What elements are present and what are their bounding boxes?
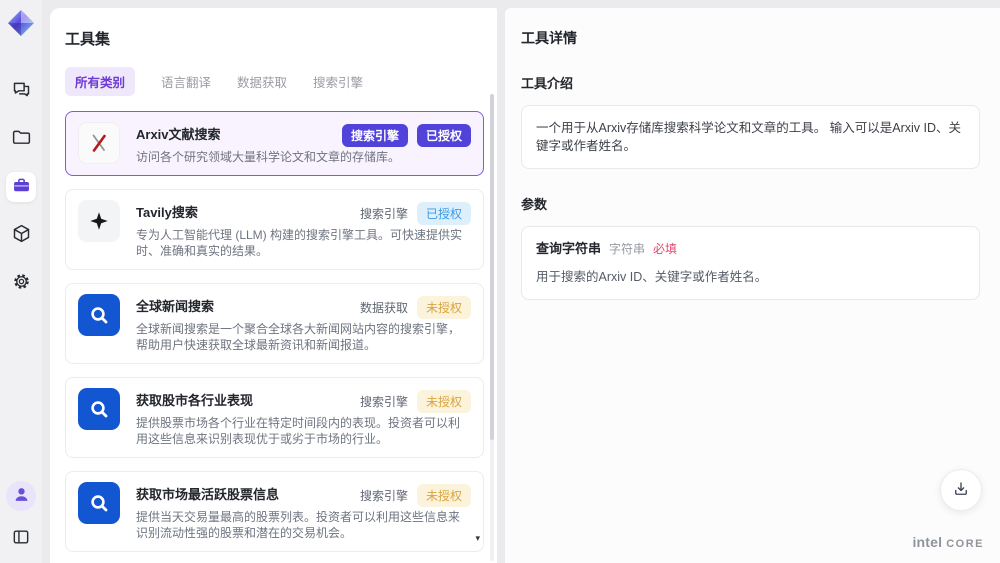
tool-card[interactable]: 获取股市各行业表现 提供股票市场各个行业在特定时间段内的表现。投资者可以利用这些信… — [65, 377, 484, 458]
nav-bottom-panel-toggle-icon[interactable] — [6, 523, 36, 553]
param-box: 查询字符串 字符串 必填用于搜索的Arxiv ID、关键字或作者姓名。 — [521, 226, 980, 300]
parameter-item: 查询字符串 字符串 必填用于搜索的Arxiv ID、关键字或作者姓名。 — [536, 240, 965, 286]
category-badge: 搜索引擎 — [341, 124, 408, 147]
tools-list-panel: 工具集 所有类别 语言翻译 数据获取 搜索引擎 Arxiv文献搜索 访问各个研究领域大量… — [50, 8, 497, 563]
blue-search-icon — [78, 482, 120, 524]
chat-icon — [11, 79, 32, 103]
tool-card[interactable]: Arxiv文献搜索 访问各个研究领域大量科学论文和文章的存储库。 搜索引擎 已授权 — [65, 111, 484, 176]
tool-card[interactable]: 全球新闻搜索 全球新闻搜索是一个聚合全球各大新闻网站内容的搜索引擎，帮助用户快速获… — [65, 283, 484, 364]
main-content: 工具集 所有类别 语言翻译 数据获取 搜索引擎 Arxiv文献搜索 访问各个研究领域大量… — [42, 0, 1000, 563]
param-description: 用于搜索的Arxiv ID、关键字或作者姓名。 — [536, 270, 768, 284]
tavily-star-icon — [78, 200, 120, 242]
params-heading: 参数 — [521, 197, 548, 212]
list-scrollbar[interactable] — [490, 94, 494, 561]
tool-description: 全球新闻搜索是一个聚合全球各大新闻网站内容的搜索引擎，帮助用户快速获取全球最新资… — [136, 322, 461, 352]
auth-status-badge: 未授权 — [416, 296, 471, 319]
core-wordmark: CORE — [946, 538, 984, 550]
category-tab[interactable]: 数据获取 — [237, 67, 287, 96]
package-icon — [11, 223, 32, 247]
tool-card[interactable]: Tavily搜索 专为人工智能代理 (LLM) 构建的搜索引擎工具。可快速提供实时… — [65, 189, 484, 270]
settings-gear-icon — [11, 271, 32, 295]
category-tab[interactable]: 语言翻译 — [161, 67, 211, 96]
category-badge: 搜索引擎 — [359, 207, 408, 221]
download-button[interactable] — [940, 469, 982, 511]
nav-settings-gear-icon[interactable] — [6, 268, 36, 298]
category-tab[interactable]: 搜索引擎 — [313, 67, 363, 96]
user-avatar-icon — [12, 485, 31, 507]
panel-toggle-icon — [11, 527, 31, 550]
nav-folder-icon[interactable] — [6, 124, 36, 154]
detail-title: 工具详情 — [521, 30, 577, 46]
category-tab[interactable]: 所有类别 — [65, 67, 136, 96]
nav-chat-icon[interactable] — [6, 76, 36, 106]
nav-rail — [0, 0, 42, 563]
scrollbar-thumb[interactable] — [490, 94, 494, 440]
auth-status-badge: 未授权 — [416, 390, 471, 413]
auth-status-badge: 未授权 — [416, 484, 471, 507]
category-badge: 搜索引擎 — [359, 489, 408, 503]
gem-logo-icon — [6, 8, 36, 38]
rail-bottom — [6, 481, 36, 553]
tool-card[interactable]: 获取市场最活跃股票信息 提供当天交易量最高的股票列表。投资者可以利用这些信息来识别… — [65, 471, 484, 552]
tool-list: Arxiv文献搜索 访问各个研究领域大量科学论文和文章的存储库。 搜索引擎 已授权 Ta… — [50, 109, 497, 560]
rail-nav — [6, 76, 36, 298]
category-badge: 搜索引擎 — [359, 395, 408, 409]
scroll-down-arrow-icon[interactable]: ▾ — [475, 534, 480, 543]
page-title: 工具集 — [65, 31, 111, 48]
tool-description: 提供股票市场各个行业在特定时间段内的表现。投资者可以利用这些信息来识别表现优于或… — [136, 416, 461, 446]
app-root: 工具集 所有类别 语言翻译 数据获取 搜索引擎 Arxiv文献搜索 访问各个研究领域大量… — [0, 0, 1000, 563]
nav-bottom-user-avatar-icon[interactable] — [6, 481, 36, 511]
intel-core-logo: intel CORE — [912, 534, 984, 550]
toolbox-icon — [11, 175, 32, 199]
nav-toolbox-icon[interactable] — [6, 172, 36, 202]
blue-search-icon — [78, 294, 120, 336]
intel-wordmark: intel — [912, 534, 943, 550]
param-type: 字符串 — [609, 242, 646, 256]
tool-description: 访问各个研究领域大量科学论文和文章的存储库。 — [136, 150, 401, 164]
auth-status-badge: 已授权 — [416, 202, 471, 225]
download-icon — [952, 480, 970, 501]
auth-status-badge: 已授权 — [416, 124, 471, 147]
intro-box: 一个用于从Arxiv存储库搜索科学论文和文章的工具。 输入可以是Arxiv ID… — [521, 105, 980, 169]
param-name: 查询字符串 — [536, 241, 602, 256]
param-required-badge: 必填 — [653, 242, 678, 256]
category-tabs: 所有类别 语言翻译 数据获取 搜索引擎 — [65, 67, 481, 96]
blue-search-icon — [78, 388, 120, 430]
tool-detail-panel: 工具详情 工具介绍 一个用于从Arxiv存储库搜索科学论文和文章的工具。 输入可… — [505, 8, 1000, 563]
arxiv-logo-icon — [78, 122, 120, 164]
folder-icon — [11, 127, 32, 151]
tool-description: 专为人工智能代理 (LLM) 构建的搜索引擎工具。可快速提供实时、准确和真实的结… — [136, 228, 463, 258]
tool-description: 提供当天交易量最高的股票列表。投资者可以利用这些信息来识别流动性强的股票和潜在的… — [136, 510, 461, 540]
intro-heading: 工具介绍 — [521, 76, 574, 91]
nav-package-icon[interactable] — [6, 220, 36, 250]
category-badge: 数据获取 — [359, 301, 408, 315]
